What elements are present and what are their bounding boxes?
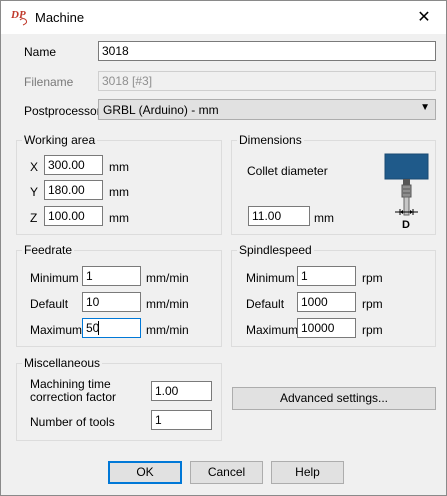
miscellaneous-title: Miscellaneous <box>22 356 103 370</box>
z-unit: mm <box>109 211 129 225</box>
feedrate-title: Feedrate <box>22 243 75 257</box>
feedrate-minimum-unit: mm/min <box>146 271 189 285</box>
app-logo-icon: DP <box>10 9 28 26</box>
spindle-minimum-input[interactable]: 1 <box>297 266 356 286</box>
working-area-title: Working area <box>22 133 98 147</box>
y-input[interactable]: 180.00 <box>44 180 103 200</box>
z-input[interactable]: 100.00 <box>44 206 103 226</box>
ok-button[interactable]: OK <box>108 461 182 484</box>
advanced-settings-button[interactable]: Advanced settings... <box>232 387 436 410</box>
x-input[interactable]: 300.00 <box>44 155 103 175</box>
spindle-default-label: Default <box>246 297 285 311</box>
machining-time-label-line2: correction factor <box>30 390 117 404</box>
number-of-tools-label: Number of tools <box>30 415 115 429</box>
x-label: X <box>30 160 39 174</box>
spindle-maximum-unit: rpm <box>362 323 383 337</box>
filename-input: 3018 [#3] <box>98 71 436 91</box>
number-of-tools-input[interactable]: 1 <box>151 410 212 430</box>
machine-dialog: DP Machine ✕ Name 3018 Filename 3018 [#3… <box>0 0 447 496</box>
feedrate-default-input[interactable]: 10 <box>82 292 141 312</box>
collet-diameter-label: Collet diameter <box>247 164 328 178</box>
chevron-down-icon: ▼ <box>420 102 430 113</box>
spindle-maximum-label: Maximum <box>246 323 299 337</box>
postprocessor-label: Postprocessor <box>24 104 101 118</box>
spindle-minimum-label: Minimum <box>246 271 295 285</box>
collet-diagram-icon: D <box>384 153 429 229</box>
cancel-button[interactable]: Cancel <box>190 461 263 484</box>
machining-time-label: Machining time correction factor <box>30 378 116 404</box>
name-label: Name <box>24 45 57 59</box>
feedrate-minimum-input[interactable]: 1 <box>82 266 141 286</box>
y-unit: mm <box>109 185 129 199</box>
help-button[interactable]: Help <box>271 461 344 484</box>
window-title: Machine <box>35 10 85 25</box>
collet-diameter-input[interactable]: 11.00 <box>248 206 310 226</box>
spindlespeed-title: Spindlespeed <box>237 243 314 257</box>
y-label: Y <box>30 185 39 199</box>
feedrate-maximum-input[interactable]: 50 <box>82 318 141 338</box>
dimensions-title: Dimensions <box>237 133 304 147</box>
postprocessor-select[interactable]: GRBL (Arduino) - mm ▼ <box>98 99 436 120</box>
postprocessor-value: GRBL (Arduino) - mm <box>103 103 219 117</box>
svg-text:DP: DP <box>10 9 26 21</box>
feedrate-default-unit: mm/min <box>146 297 189 311</box>
collet-unit: mm <box>314 211 334 225</box>
x-unit: mm <box>109 160 129 174</box>
feedrate-default-label: Default <box>30 297 69 311</box>
text-caret <box>98 321 99 335</box>
title-bar: DP Machine ✕ <box>1 1 446 34</box>
machining-time-input[interactable]: 1.00 <box>151 381 212 401</box>
feedrate-minimum-label: Minimum <box>30 271 79 285</box>
feedrate-maximum-unit: mm/min <box>146 323 189 337</box>
spindle-maximum-input[interactable]: 10000 <box>297 318 356 338</box>
svg-text:D: D <box>402 219 410 229</box>
feedrate-maximum-label: Maximum <box>30 323 83 337</box>
close-icon[interactable]: ✕ <box>406 4 442 32</box>
name-input[interactable]: 3018 <box>98 41 436 61</box>
spindle-minimum-unit: rpm <box>362 271 383 285</box>
spindle-default-unit: rpm <box>362 297 383 311</box>
filename-label: Filename <box>24 75 74 89</box>
z-label: Z <box>30 211 38 225</box>
spindle-default-input[interactable]: 1000 <box>297 292 356 312</box>
